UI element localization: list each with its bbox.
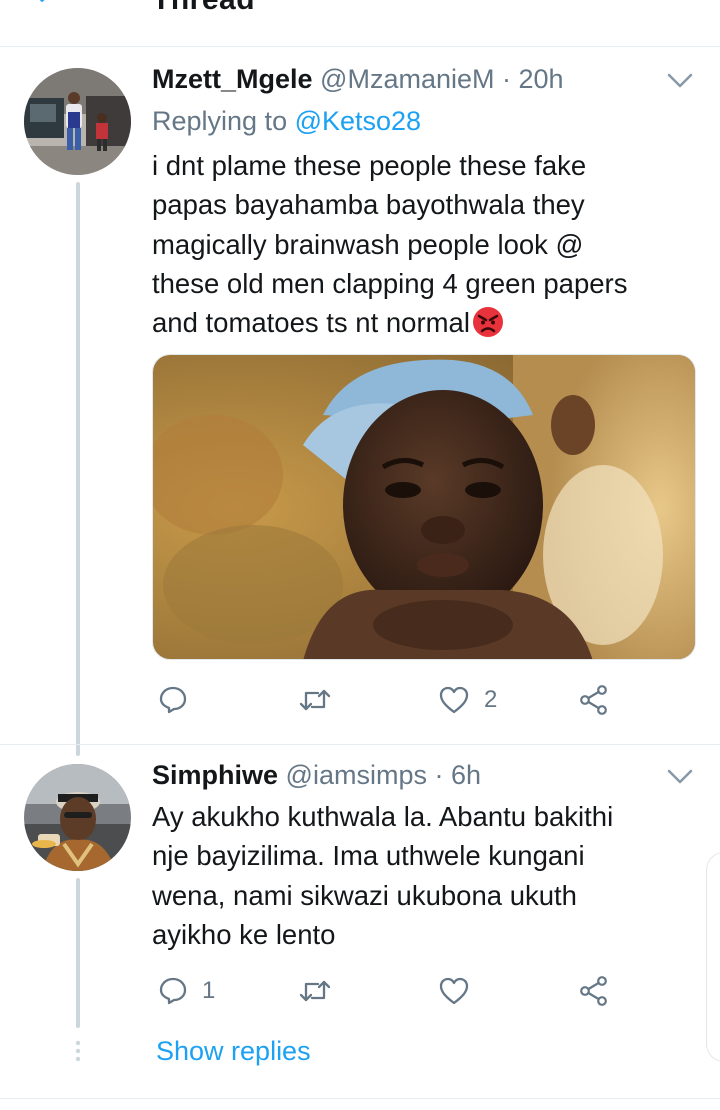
back-arrow-icon[interactable]	[34, 0, 64, 12]
like-button[interactable]: 2	[438, 680, 497, 720]
avatar[interactable]	[24, 764, 131, 871]
reply-button[interactable]: 1	[158, 971, 215, 1011]
user-handle[interactable]: @MzamanieM	[320, 64, 494, 94]
retweet-icon	[299, 980, 331, 1002]
heart-icon	[439, 977, 469, 1005]
top-bar: Thread	[0, 0, 720, 47]
share-icon	[580, 685, 607, 715]
show-replies-link[interactable]: Show replies	[156, 1036, 311, 1067]
chevron-down-icon[interactable]	[666, 768, 694, 786]
angry-face-icon	[472, 307, 503, 338]
page-title: Thread	[152, 0, 255, 17]
thread-screen: Thread Mzett_Mgele @MzamanieM · 20h	[0, 0, 720, 1110]
replying-to: Replying to @Ketso28	[152, 106, 422, 136]
more-replies-dots-icon	[75, 1040, 81, 1062]
tweet-author-row: Mzett_Mgele @MzamanieM · 20h	[152, 64, 564, 95]
display-name[interactable]: Mzett_Mgele	[152, 64, 313, 94]
tweet-time: · 6h	[434, 760, 482, 790]
retweet-button[interactable]	[298, 971, 346, 1011]
thread-connector-line	[76, 878, 80, 1028]
retweet-button[interactable]	[298, 680, 346, 720]
share-icon	[580, 976, 607, 1006]
heart-icon	[439, 686, 469, 714]
reply-button[interactable]	[158, 680, 202, 720]
avatar[interactable]	[24, 68, 131, 175]
tweet-text: i dnt plame these people these fake papa…	[152, 150, 628, 339]
tweet-image[interactable]	[152, 354, 696, 660]
retweet-icon	[299, 689, 331, 711]
display-name[interactable]: Simphiwe	[152, 760, 278, 790]
reply-icon	[159, 977, 187, 1005]
bottom-divider	[0, 1098, 720, 1099]
mention-link[interactable]: @Ketso28	[295, 106, 421, 136]
tweet-actions: 2	[152, 680, 652, 720]
tweet-divider	[0, 744, 720, 745]
reply-icon	[159, 686, 187, 714]
thread-connector-line	[76, 182, 80, 756]
tweet-author-row: Simphiwe @iamsimps · 6h	[152, 760, 481, 791]
like-button[interactable]	[438, 971, 484, 1011]
tweet-actions: 1	[152, 971, 652, 1011]
user-handle[interactable]: @iamsimps	[286, 760, 427, 790]
share-button[interactable]	[578, 971, 610, 1011]
share-button[interactable]	[578, 680, 610, 720]
chevron-down-icon[interactable]	[666, 72, 694, 90]
tweet-text: Ay akukho kuthwala la. Abantu bakithi nj…	[152, 801, 614, 950]
tweet-time: · 20h	[502, 64, 564, 94]
floating-panel-edge	[706, 852, 720, 1062]
